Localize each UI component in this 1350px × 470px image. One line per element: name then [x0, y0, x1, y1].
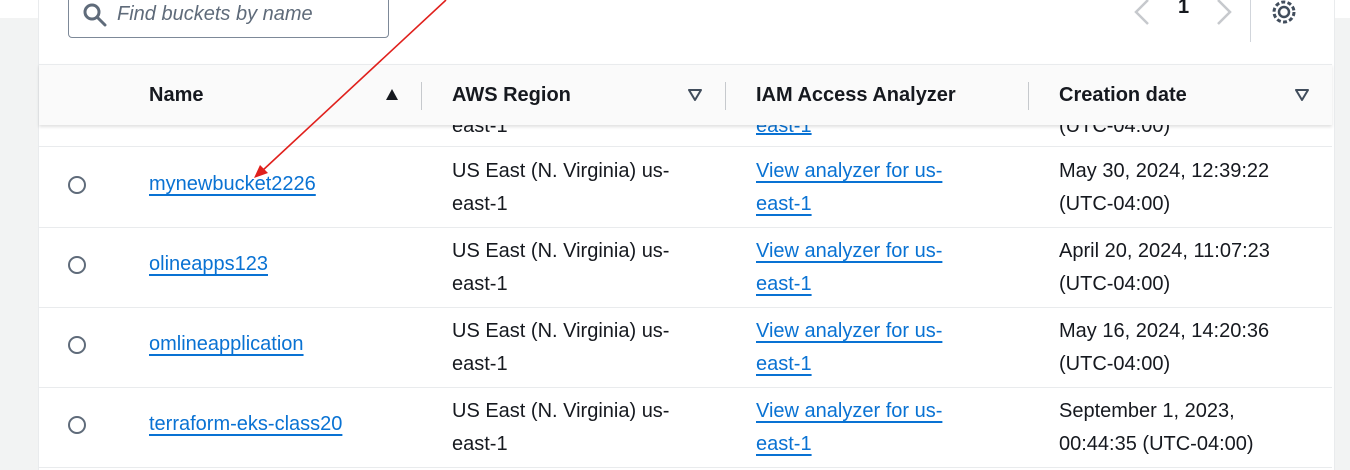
- table-header: Name AWS Region IAM Access Analyzer Crea…: [39, 64, 1332, 125]
- analyzer-link[interactable]: View analyzer for us-: [756, 240, 942, 262]
- region-line: US East (N. Virginia) us-: [452, 320, 670, 342]
- region-line: US East (N. Virginia) us-: [452, 400, 670, 422]
- region-cell: east-1: [452, 124, 508, 137]
- bucket-name-link[interactable]: olineapps123: [149, 253, 268, 276]
- bucket-name-link[interactable]: omlineapplication: [149, 333, 304, 356]
- region-cell: US East (N. Virginia) us- east-1: [452, 395, 702, 461]
- region-line: east-1: [452, 273, 508, 295]
- table-row: terraform-eks-class20 US East (N. Virgin…: [39, 387, 1332, 468]
- page-number[interactable]: 1: [1178, 0, 1189, 19]
- column-header-created[interactable]: Creation date: [1059, 65, 1187, 125]
- created-line: May 30, 2024, 12:39:22: [1059, 160, 1270, 182]
- created-line: (UTC-04:00): [1059, 193, 1171, 215]
- created-cell: (UTC-04:00): [1059, 124, 1171, 137]
- created-line: (UTC-04:00): [1059, 273, 1171, 295]
- analyzer-cell: View analyzer for us- east-1: [756, 155, 996, 221]
- analyzer-link[interactable]: View analyzer for us-: [756, 400, 942, 422]
- analyzer-cell: View analyzer for us- east-1: [756, 315, 996, 381]
- bucket-name-link[interactable]: mynewbucket2226: [149, 173, 316, 196]
- analyzer-link[interactable]: View analyzer for us-: [756, 320, 942, 342]
- region-cell: US East (N. Virginia) us- east-1: [452, 155, 702, 221]
- created-cell: April 20, 2024, 11:07:23 (UTC-04:00): [1059, 235, 1309, 301]
- analyzer-link[interactable]: east-1: [756, 193, 812, 215]
- created-line: April 20, 2024, 11:07:23: [1059, 240, 1270, 262]
- chevron-right-icon[interactable]: [1214, 0, 1234, 30]
- column-divider[interactable]: [1028, 82, 1029, 110]
- analyzer-link[interactable]: east-1: [756, 124, 812, 142]
- table-row: omlineapplication US East (N. Virginia) …: [39, 307, 1332, 388]
- analyzer-link[interactable]: View analyzer for us-: [756, 160, 942, 182]
- created-line: May 16, 2024, 14:20:36: [1059, 320, 1270, 342]
- toolbar-divider: [1250, 0, 1251, 42]
- column-header-name[interactable]: Name: [149, 65, 203, 125]
- table-row: olineapps123 US East (N. Virginia) us- e…: [39, 227, 1332, 308]
- table-row: mynewbucket2226 US East (N. Virginia) us…: [39, 147, 1332, 228]
- region-line: US East (N. Virginia) us-: [452, 240, 670, 262]
- created-cell: May 30, 2024, 12:39:22 (UTC-04:00): [1059, 155, 1309, 221]
- chevron-left-icon[interactable]: [1132, 0, 1152, 30]
- analyzer-link[interactable]: east-1: [756, 433, 812, 455]
- analyzer-link[interactable]: east-1: [756, 353, 812, 375]
- column-divider[interactable]: [421, 82, 422, 110]
- column-header-region[interactable]: AWS Region: [452, 65, 571, 125]
- region-line: east-1: [452, 433, 508, 455]
- row-select-radio[interactable]: [68, 416, 86, 434]
- column-divider[interactable]: [725, 82, 726, 110]
- sort-descending-icon[interactable]: [1295, 88, 1309, 102]
- gear-icon[interactable]: [1268, 0, 1300, 28]
- search-input[interactable]: Find buckets by name: [68, 0, 389, 38]
- search-icon: [83, 3, 107, 27]
- region-cell: US East (N. Virginia) us- east-1: [452, 315, 702, 381]
- analyzer-link[interactable]: east-1: [756, 273, 812, 295]
- row-select-radio[interactable]: [68, 336, 86, 354]
- analyzer-cell: View analyzer for us- east-1: [756, 235, 996, 301]
- search-placeholder: Find buckets by name: [117, 3, 313, 25]
- column-header-analyzer: IAM Access Analyzer: [756, 84, 956, 106]
- bucket-name-link[interactable]: terraform-eks-class20: [149, 413, 342, 436]
- analyzer-cell: View analyzer for us- east-1: [756, 395, 996, 461]
- sort-ascending-icon[interactable]: [385, 88, 399, 102]
- row-select-radio[interactable]: [68, 256, 86, 274]
- created-cell: May 16, 2024, 14:20:36 (UTC-04:00): [1059, 315, 1309, 381]
- region-cell: US East (N. Virginia) us- east-1: [452, 235, 702, 301]
- region-line: east-1: [452, 193, 508, 215]
- sort-descending-icon[interactable]: [688, 88, 702, 102]
- region-line: US East (N. Virginia) us-: [452, 160, 670, 182]
- row-select-radio[interactable]: [68, 176, 86, 194]
- created-cell: September 1, 2023, 00:44:35 (UTC-04:00): [1059, 395, 1309, 461]
- region-line: east-1: [452, 353, 508, 375]
- created-line: September 1, 2023,: [1059, 400, 1235, 422]
- created-line: (UTC-04:00): [1059, 353, 1171, 375]
- table-row-partial: east-1 east-1 (UTC-04:00): [39, 124, 1332, 147]
- created-line: 00:44:35 (UTC-04:00): [1059, 433, 1254, 455]
